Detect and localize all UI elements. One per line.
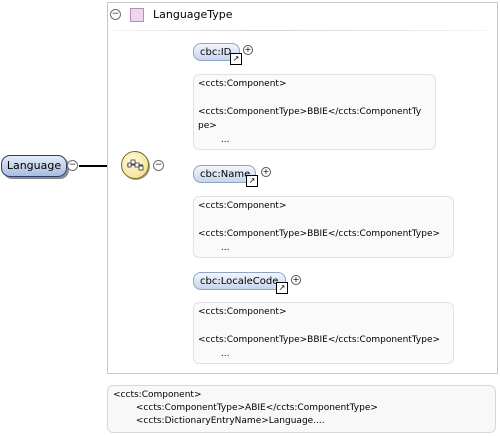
element-cbc-id[interactable]: cbc:ID ↗ — [193, 43, 242, 65]
element-label: cbc:Name — [200, 169, 251, 180]
reference-arrow-icon: ↗ — [246, 175, 258, 187]
complex-type-icon — [130, 8, 144, 22]
expand-button[interactable]: + — [261, 167, 271, 177]
expand-button[interactable]: + — [291, 275, 301, 285]
element-documentation: <ccts:Component> <ccts:ComponentType>BBI… — [193, 74, 436, 150]
element-documentation: <ccts:Component> <ccts:ComponentType>BBI… — [193, 302, 454, 364]
type-collapse-button[interactable]: − — [110, 9, 121, 20]
root-element-node[interactable]: Language — [1, 155, 67, 177]
reference-arrow-icon: ↗ — [230, 53, 242, 65]
element-label: cbc:LocaleCode — [200, 276, 279, 287]
element-documentation: <ccts:Component> <ccts:ComponentType>BBI… — [193, 196, 454, 258]
reference-arrow-icon: ↗ — [276, 282, 288, 294]
root-collapse-button[interactable]: − — [67, 160, 78, 171]
sequence-collapse-button[interactable]: − — [153, 160, 164, 171]
element-label: cbc:ID — [200, 47, 232, 58]
sequence-symbol-icon — [127, 159, 144, 171]
sequence-compositor-icon[interactable] — [121, 151, 149, 179]
complex-type-name: LanguageType — [153, 8, 233, 21]
expand-button[interactable]: + — [243, 45, 253, 55]
header-divider — [112, 30, 487, 31]
element-cbc-localecode[interactable]: cbc:LocaleCode ↗ — [193, 272, 288, 294]
type-documentation: <ccts:Component> <ccts:ComponentType>ABI… — [107, 385, 496, 433]
element-cbc-name[interactable]: cbc:Name ↗ — [193, 165, 258, 187]
